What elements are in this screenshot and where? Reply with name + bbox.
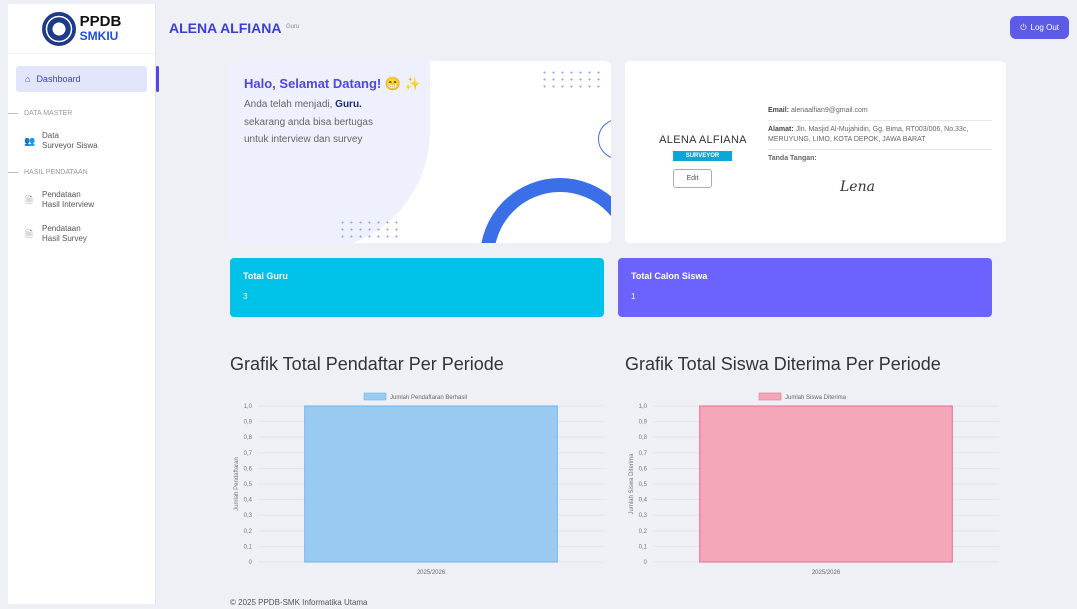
profile-email: Email: alenaalfian9@gmail.com: [768, 102, 992, 121]
y-tick-label: 0,1: [244, 544, 253, 550]
profile-address: Alamat: Jln. Masjid Al-Mujahidin, Gg. Bi…: [768, 121, 992, 150]
legend-swatch: [363, 392, 387, 401]
logo-text-ppdb: PPDB: [79, 12, 122, 30]
y-tick-label: 1,0: [639, 404, 648, 410]
role-badge: SURVEYOR: [673, 151, 732, 161]
decorative-ring: [480, 178, 611, 243]
legend-swatch: [758, 392, 782, 401]
chart-title-pendaftar: Grafik Total Pendaftar Per Periode: [230, 354, 504, 374]
stat-value: 3: [243, 292, 248, 301]
logo[interactable]: PPDB SMKIU: [8, 4, 155, 54]
footer: © 2025 PPDB-SMK Informatika Utama: [230, 598, 368, 607]
y-tick-label: 0,8: [244, 435, 253, 441]
users-icon: 👥: [24, 136, 36, 146]
home-icon: ⌂: [25, 74, 31, 84]
logo-text-smkiu: SMKIU: [79, 28, 119, 43]
decorative-ring: [598, 119, 611, 159]
y-tick-label: 0,3: [244, 513, 253, 519]
y-axis-label: Jumlah Siswa Diterima: [629, 453, 635, 515]
y-tick-label: 0,2: [639, 529, 648, 535]
y-tick-label: 0,6: [244, 466, 253, 472]
document-icon: 🗎: [25, 195, 33, 205]
y-tick-label: 0,4: [639, 498, 648, 504]
chart-svg: Jumlah Pendaftaran Berhasil 0 0,1 0,2 0,3 0,4…: [234, 392, 604, 576]
y-tick-label: 0,9: [244, 420, 253, 426]
sidebar-item-hasil-survey[interactable]: 🗎 Pendataan Hasil Survey: [24, 224, 155, 244]
user-name: ALENA ALFIANA: [169, 20, 282, 36]
profile-name: ALENA ALFIANA: [659, 134, 747, 146]
document-icon: 🗎: [25, 229, 33, 239]
welcome-line-3: untuk interview dan survey: [244, 134, 363, 145]
section-data-master: DATA MASTER: [8, 110, 155, 117]
y-tick-label: 0: [249, 560, 253, 566]
chart-diterima: Jumlah Siswa Diterima 0 0,1 0,2 0,3 0,4 0,5 0,6…: [625, 390, 1006, 590]
stat-title: Total Calon Siswa: [631, 271, 708, 281]
y-tick-label: 0,3: [639, 513, 648, 519]
user-role: Guru: [286, 24, 300, 30]
section-hasil-pendataan: HASIL PENDATAAN: [8, 169, 155, 176]
bar: [699, 405, 953, 563]
x-tick-label: 2025/2026: [417, 570, 446, 576]
sidebar: PPDB SMKIU ⌂ Dashboard DATA MASTER 👥 Dat…: [8, 4, 159, 604]
sidebar-item-data-surveyor[interactable]: 👥 Data Surveyor Siswa: [24, 131, 155, 151]
decorative-dots: [338, 219, 398, 239]
y-tick-label: 1,0: [244, 404, 253, 410]
y-tick-label: 0,5: [639, 482, 648, 488]
y-tick-label: 0,2: [244, 529, 253, 535]
signature-image: Lena: [840, 179, 875, 195]
y-tick-label: 0,1: [639, 544, 648, 550]
profile-signature-label: Tanda Tangan:: [768, 155, 817, 162]
edit-profile-button[interactable]: Edit: [673, 169, 712, 188]
x-tick-label: 2025/2026: [812, 570, 841, 576]
y-tick-label: 0,7: [244, 451, 253, 457]
power-icon: ⏻: [1020, 22, 1027, 32]
sidebar-item-label: Dashboard: [36, 74, 81, 84]
logout-button[interactable]: ⏻ Log Out: [1010, 16, 1069, 39]
y-tick-label: 0,7: [639, 451, 648, 457]
sidebar-item-hasil-interview[interactable]: 🗎 Pendataan Hasil Interview: [24, 190, 155, 210]
y-tick-label: 0,4: [244, 498, 253, 504]
y-tick-label: 0,5: [244, 482, 253, 488]
y-tick-label: 0,8: [639, 435, 648, 441]
legend-label: Jumlah Siswa Diterima: [785, 395, 847, 401]
sidebar-item-dashboard[interactable]: ⌂ Dashboard: [16, 66, 159, 92]
welcome-line-2: sekarang anda bisa bertugas: [244, 117, 373, 128]
y-tick-label: 0,6: [639, 466, 648, 472]
stat-card-total-guru: Total Guru 3: [230, 258, 604, 317]
welcome-title: Halo, Selamat Datang! 😁 ✨: [244, 76, 421, 91]
y-tick-label: 0: [644, 560, 648, 566]
stat-card-total-calon-siswa: Total Calon Siswa 1: [618, 258, 992, 317]
profile-card: ALENA ALFIANA SURVEYOR Edit Email: alena…: [625, 61, 1006, 243]
topbar: ALENA ALFIANA Guru ⏻ Log Out: [156, 4, 1069, 44]
bar: [304, 405, 558, 563]
school-seal-logo: [41, 11, 76, 46]
stat-value: 1: [631, 292, 636, 301]
chart-pendaftar: Jumlah Pendaftaran Berhasil 0 0,1 0,2 0,3 0,4…: [230, 390, 611, 590]
chart-svg: Jumlah Siswa Diterima 0 0,1 0,2 0,3 0,4 0,5 0,6…: [629, 392, 999, 576]
legend-label: Jumlah Pendaftaran Berhasil: [390, 395, 467, 401]
welcome-line-1: Anda telah menjadi, Guru.: [244, 99, 362, 110]
chart-title-diterima: Grafik Total Siswa Diterima Per Periode: [625, 354, 941, 374]
decorative-dots: [540, 69, 600, 89]
stat-title: Total Guru: [243, 271, 288, 281]
y-tick-label: 0,9: [639, 420, 648, 426]
y-axis-label: Jumlah Pendaftaran: [234, 457, 240, 511]
profile-info: Email: alenaalfian9@gmail.com Alamat: Jl…: [768, 102, 992, 195]
welcome-card: Halo, Selamat Datang! 😁 ✨ Anda telah men…: [230, 61, 611, 243]
